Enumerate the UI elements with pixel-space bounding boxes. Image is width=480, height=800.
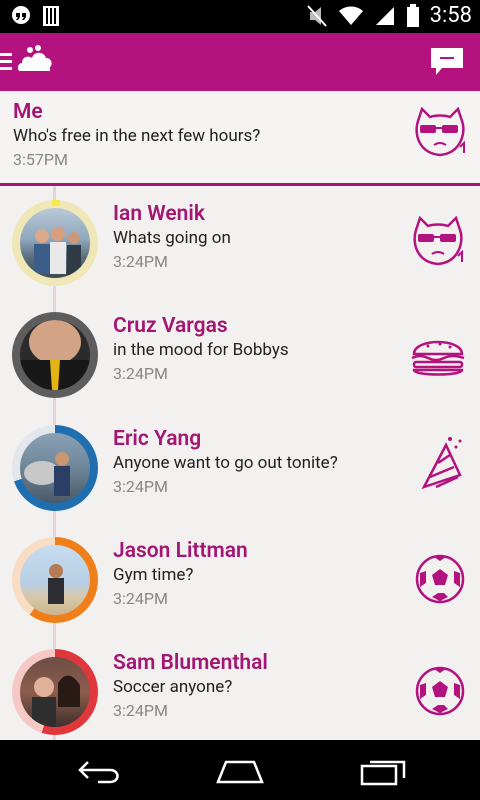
wifi-icon [338,6,363,25]
battery-icon [406,3,419,27]
party-hat-icon[interactable] [416,433,466,493]
soccer-ball-icon[interactable] [414,665,466,717]
contact-list[interactable]: Ian Wenik Whats going on 3:24PM Cruz Var… [0,186,480,740]
app-bar [0,33,480,91]
mute-icon [306,4,327,27]
contact-message: Gym time? [113,565,194,585]
status-bar: 3:58 [0,0,480,33]
navigation-bar [0,740,480,800]
contact-message: Whats going on [113,228,231,248]
sunglasses-cat-icon[interactable] [410,216,466,272]
contact-time: 3:24PM [113,701,168,720]
my-message: Who's free in the next few hours? [13,126,261,146]
avatar[interactable] [20,433,90,503]
contact-item[interactable]: Ian Wenik Whats going on 3:24PM [0,186,480,298]
recents-icon[interactable] [360,758,406,786]
my-time: 3:57PM [13,150,68,169]
contact-name: Ian Wenik [113,202,205,226]
hangouts-notification-icon [12,6,30,24]
avatar-ring [12,200,98,286]
contact-time: 3:24PM [113,364,168,383]
cloud-logo-icon[interactable] [16,45,54,75]
storage-notification-icon [43,6,59,26]
avatar[interactable] [20,657,90,727]
my-status-header[interactable]: Me Who's free in the next few hours? 3:5… [0,91,480,186]
avatar[interactable] [20,545,90,615]
contact-name: Jason Littman [113,539,248,563]
menu-icon[interactable] [0,51,14,73]
contact-time: 3:24PM [113,589,168,608]
compose-icon[interactable] [430,45,464,79]
contact-text: Cruz Vargas in the mood for Bobbys 3:24P… [113,314,289,383]
my-status-text: Me Who's free in the next few hours? 3:5… [13,100,260,169]
soccer-ball-icon[interactable] [414,553,466,605]
contact-time: 3:24PM [113,252,168,271]
contact-text: Eric Yang Anyone want to go out tonite? … [113,427,338,496]
home-icon[interactable] [215,758,265,784]
signal-icon [375,6,394,25]
avatar-ring [12,649,98,735]
contact-item[interactable]: Cruz Vargas in the mood for Bobbys 3:24P… [0,298,480,410]
contact-text: Sam Blumenthal Soccer anyone? 3:24PM [113,651,268,720]
contact-name: Eric Yang [113,427,202,451]
avatar-ring [12,537,98,623]
contact-message: Anyone want to go out tonite? [113,453,338,473]
contact-message: in the mood for Bobbys [113,340,289,360]
burger-icon[interactable] [410,334,466,378]
contact-item[interactable]: Jason Littman Gym time? 3:24PM [0,523,480,635]
back-icon[interactable] [76,758,122,784]
avatar[interactable] [20,208,90,278]
contact-name: Cruz Vargas [113,314,228,338]
contact-message: Soccer anyone? [113,677,233,697]
contact-text: Ian Wenik Whats going on 3:24PM [113,202,231,271]
contact-time: 3:24PM [113,477,168,496]
contact-name: Sam Blumenthal [113,651,268,675]
status-time: 3:58 [429,3,472,28]
contact-item[interactable]: Eric Yang Anyone want to go out tonite? … [0,411,480,523]
my-name: Me [13,100,43,124]
sunglasses-cat-icon[interactable] [412,107,468,163]
contact-text: Jason Littman Gym time? 3:24PM [113,539,248,608]
avatar-ring [12,312,98,398]
contact-item[interactable]: Sam Blumenthal Soccer anyone? 3:24PM [0,635,480,740]
avatar-ring [12,425,98,511]
avatar[interactable] [20,320,90,390]
